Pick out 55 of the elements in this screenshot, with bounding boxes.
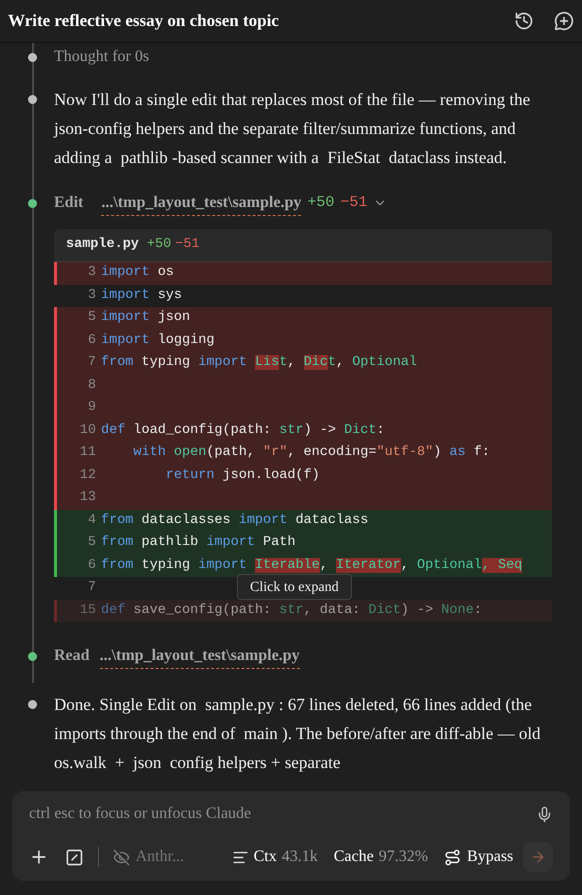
mode-button[interactable]: Bypass xyxy=(444,845,514,869)
removed-count: −51 xyxy=(175,236,200,254)
line-number: 13 xyxy=(78,489,97,508)
line-number: 8 xyxy=(86,376,97,395)
line-number: 3 xyxy=(86,264,97,282)
code-line: def save_config(path: str, data: Dict) -> None: xyxy=(101,602,482,620)
code-line: import logging xyxy=(101,332,214,350)
line-number: 7 xyxy=(86,354,97,372)
cache-label: Cache xyxy=(334,847,374,867)
file-path-link[interactable]: ...\tmp_layout_test\sample.py xyxy=(100,644,300,668)
message-input[interactable]: ctrl esc to focus or unfocus Claude xyxy=(29,802,536,826)
line-number: 11 xyxy=(78,444,97,462)
code-line: from pathlib import Path xyxy=(101,534,296,552)
code-line: import json xyxy=(101,309,190,328)
line-number: 12 xyxy=(78,466,97,485)
line-number: 5 xyxy=(86,534,97,552)
line-number: 7 xyxy=(86,579,97,598)
line-number: 15 xyxy=(78,602,97,620)
slash-command-icon[interactable] xyxy=(64,848,84,866)
context-label: Ctx xyxy=(254,847,277,867)
code-line: from dataclasses import dataclass xyxy=(101,512,368,530)
eye-off-icon xyxy=(112,848,130,866)
new-chat-icon[interactable] xyxy=(554,11,574,31)
code-line: with open(path, "r", encoding="utf-8") as f: xyxy=(132,444,490,462)
send-button[interactable] xyxy=(523,842,553,872)
line-number: 6 xyxy=(86,556,97,575)
line-number: 5 xyxy=(86,309,97,328)
context-value: 43.1k xyxy=(282,847,318,867)
message-text: Done. Single Edit on sample.py : 67 lines deleted, 66 lines added (the imports through the end of main ). The before/after are diff-able — old os.walk + json config helpers + separate xyxy=(54,694,542,774)
line-number: 4 xyxy=(86,512,97,530)
code-line: return json.load(f) xyxy=(164,466,320,485)
history-icon[interactable] xyxy=(514,11,534,31)
file-name: sample.py xyxy=(66,236,139,254)
tool-action: Edit xyxy=(54,193,84,213)
line-number: 10 xyxy=(78,422,97,440)
added-count: +50 xyxy=(307,192,334,213)
cache-value: 97.32% xyxy=(378,847,428,867)
microphone-icon[interactable] xyxy=(536,806,553,822)
expand-button[interactable]: Click to expand xyxy=(237,574,352,600)
thought-label[interactable]: Thought for 0s xyxy=(54,45,150,69)
added-count: +50 xyxy=(146,236,172,254)
line-number: 3 xyxy=(86,286,97,305)
tool-action: Read xyxy=(54,646,90,666)
code-line: from typing import List, Dict, Optional xyxy=(101,354,417,372)
file-path-link[interactable]: ...\tmp_layout_test\sample.py xyxy=(101,190,302,216)
window-title: Write reflective essay on chosen topic xyxy=(8,10,280,32)
route-icon xyxy=(444,848,462,866)
line-number: 9 xyxy=(86,399,97,418)
removed-count: −51 xyxy=(340,192,368,213)
code-line: import os xyxy=(101,264,174,282)
line-number: 6 xyxy=(86,332,97,350)
message-text: Now I'll do a single edit that replaces most of the file — removing the json-config helpers and the separate filter/summarize functions, and adding a pathlib -based scanner with a FileStat dataclass instead. xyxy=(54,89,532,169)
code-line: import sys xyxy=(101,286,182,305)
code-line: def load_config(path: str) -> Dict: xyxy=(101,422,385,440)
code-line: from typing import Iterable, Iterator, Optional, Seq xyxy=(101,556,522,575)
